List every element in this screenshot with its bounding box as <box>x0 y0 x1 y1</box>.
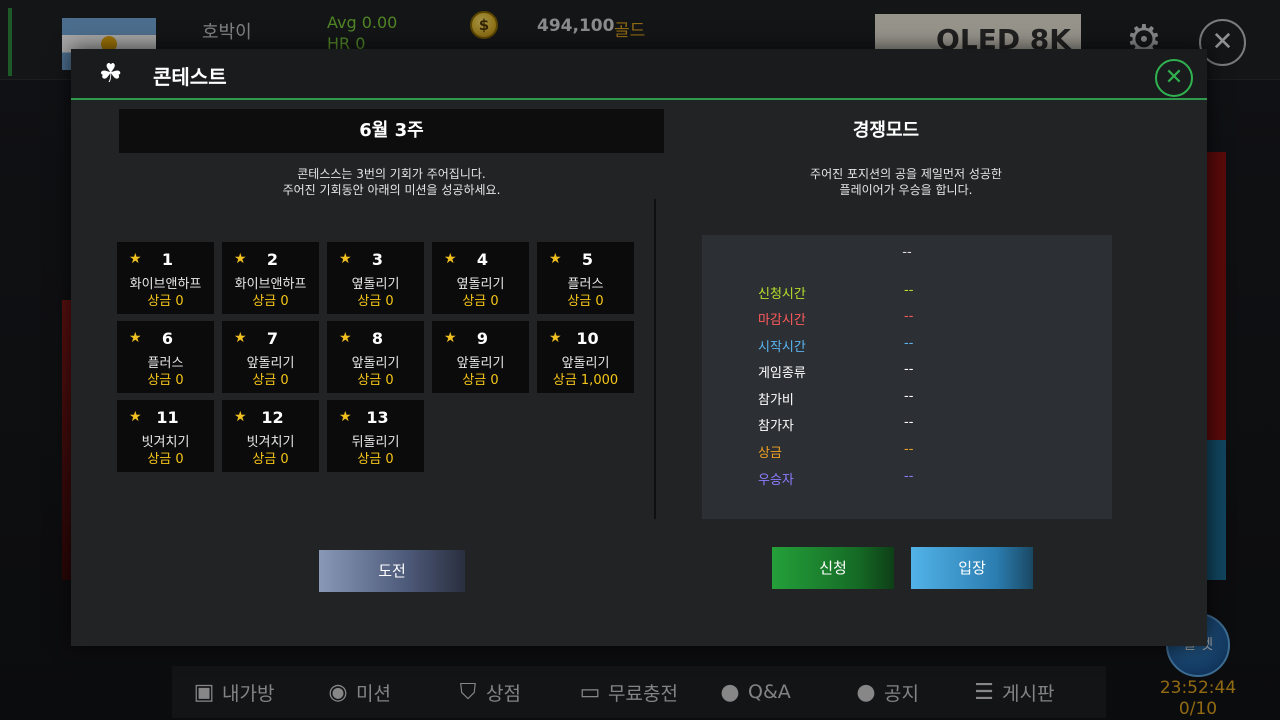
mission-cell: ★ 2 화이브앤하프 상금 0 <box>222 242 319 314</box>
info-row: 우승자 -- <box>758 469 1088 491</box>
mission-reward: 상금 0 <box>357 294 394 309</box>
info-row: 참가자 -- <box>758 415 1088 437</box>
info-value: -- <box>904 389 914 404</box>
divider <box>654 199 656 519</box>
info-label: 게임종류 <box>758 366 806 381</box>
mission-number: 6 <box>161 329 174 348</box>
info-value: -- <box>904 415 914 430</box>
info-label: 마감시간 <box>758 313 806 328</box>
info-label: 시작시간 <box>758 340 806 355</box>
info-value: -- <box>904 469 914 484</box>
mission-reward: 상금 0 <box>567 294 604 309</box>
info-value: -- <box>904 442 914 457</box>
contest-modal: ☘ 콘테스트 ✕ 6월 3주 콘테스스는 3번의 기회가 주어집니다. 주어진 … <box>71 49 1207 646</box>
mission-number: 2 <box>266 250 279 269</box>
mission-number: 9 <box>476 329 489 348</box>
mission-number: 1 <box>161 250 174 269</box>
desc-line: 주어진 포지션의 공을 제일먼저 성공한 <box>810 167 1002 181</box>
info-label: 참가자 <box>758 419 794 434</box>
mission-reward: 상금 0 <box>252 452 289 467</box>
mission-reward: 상금 0 <box>462 294 499 309</box>
mission-cell: ★ 10 앞돌리기 상금 1,000 <box>537 321 634 393</box>
info-label: 신청시간 <box>758 287 806 302</box>
mission-number: 4 <box>476 250 489 269</box>
info-label: 참가비 <box>758 393 794 408</box>
mission-cell: ★ 7 앞돌리기 상금 0 <box>222 321 319 393</box>
info-title: -- <box>902 245 912 260</box>
mission-reward: 상금 0 <box>252 294 289 309</box>
info-value: -- <box>904 336 914 351</box>
contest-description: 콘테스스는 3번의 기회가 주어집니다. 주어진 기회동안 아래의 미션을 성공… <box>119 166 664 198</box>
mission-number: 13 <box>366 408 389 427</box>
mission-reward: 상금 1,000 <box>552 373 619 388</box>
mission-reward: 상금 0 <box>147 294 184 309</box>
modal-close-button[interactable]: ✕ <box>1155 59 1193 97</box>
desc-line: 콘테스스는 3번의 기회가 주어집니다. <box>297 167 486 181</box>
mission-reward: 상금 0 <box>252 373 289 388</box>
mission-number: 12 <box>261 408 284 427</box>
mission-cell: ★ 4 옆돌리기 상금 0 <box>432 242 529 314</box>
mission-cell: ★ 12 빗겨치기 상금 0 <box>222 400 319 472</box>
mission-reward: 상금 0 <box>462 373 499 388</box>
mission-reward: 상금 0 <box>357 452 394 467</box>
modal-title: 콘테스트 <box>153 65 227 89</box>
info-row: 참가비 -- <box>758 389 1088 411</box>
mission-cell: ★ 13 뒤돌리기 상금 0 <box>327 400 424 472</box>
mission-reward: 상금 0 <box>357 373 394 388</box>
mission-number: 3 <box>371 250 384 269</box>
info-value: -- <box>904 283 914 298</box>
mission-number: 11 <box>156 408 179 427</box>
enter-button[interactable]: 입장 <box>911 547 1033 589</box>
mission-reward: 상금 0 <box>147 452 184 467</box>
info-row: 상금 -- <box>758 442 1088 464</box>
mission-grid: ★ 1 화이브앤하프 상금 0 ★ 2 화이브앤하프 상금 0 ★ 3 옆돌리기 상금 0 ★ 4 옆돌리기… <box>117 242 637 472</box>
mode-heading: 경쟁모드 <box>852 120 920 141</box>
info-row: 신청시간 -- <box>758 283 1088 305</box>
mode-description: 주어진 포지션의 공을 제일먼저 성공한 플레이어가 우승을 합니다. <box>711 166 1101 198</box>
challenge-button[interactable]: 도전 <box>319 550 465 592</box>
mission-cell: ★ 9 앞돌리기 상금 0 <box>432 321 529 393</box>
mission-cell: ★ 8 앞돌리기 상금 0 <box>327 321 424 393</box>
mission-number: 5 <box>581 250 594 269</box>
info-value: -- <box>904 362 914 377</box>
mission-number: 7 <box>266 329 279 348</box>
modal-header: ☘ 콘테스트 ✕ <box>71 49 1207 100</box>
mission-cell: ★ 6 플러스 상금 0 <box>117 321 214 393</box>
mission-reward: 상금 0 <box>147 373 184 388</box>
info-label: 상금 <box>758 446 782 461</box>
info-row: 게임종류 -- <box>758 362 1088 384</box>
week-heading: 6월 3주 <box>119 109 664 153</box>
desc-line: 주어진 기회동안 아래의 미션을 성공하세요. <box>282 183 501 197</box>
info-row: 마감시간 -- <box>758 309 1088 331</box>
info-row: 시작시간 -- <box>758 336 1088 358</box>
mission-cell: ★ 5 플러스 상금 0 <box>537 242 634 314</box>
match-info-panel: -- 신청시간 -- 마감시간 -- 시작시간 -- 게임종류 -- 참가비 -- 참가자 -- 상금 -… <box>702 235 1112 519</box>
info-value: -- <box>904 309 914 324</box>
desc-line: 플레이어가 우승을 합니다. <box>839 183 973 197</box>
apply-button[interactable]: 신청 <box>772 547 894 589</box>
mission-cell: ★ 3 옆돌리기 상금 0 <box>327 242 424 314</box>
mission-cell: ★ 11 빗겨치기 상금 0 <box>117 400 214 472</box>
mission-number: 10 <box>576 329 599 348</box>
clover-icon: ☘ <box>99 59 123 89</box>
mission-cell: ★ 1 화이브앤하프 상금 0 <box>117 242 214 314</box>
info-label: 우승자 <box>758 473 794 488</box>
mission-number: 8 <box>371 329 384 348</box>
